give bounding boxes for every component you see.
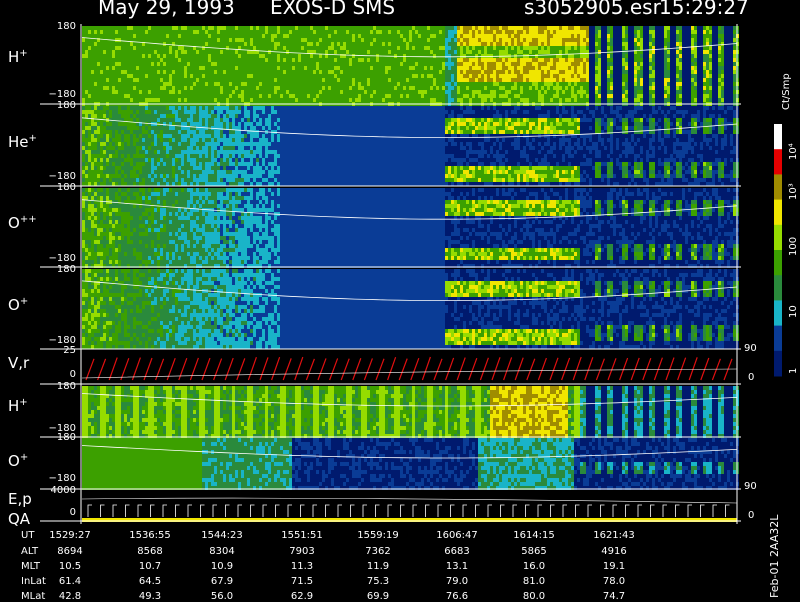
spectrogram-chart — [0, 0, 800, 600]
colorbar-segment — [774, 326, 782, 352]
table-cell: 64.5 — [120, 576, 180, 587]
table-cell: 11.3 — [272, 561, 332, 572]
tick-p6-bottom: −180 — [36, 473, 76, 484]
table-cell: 1614:15 — [504, 530, 564, 541]
colorbar-label-1: 1 — [788, 368, 799, 374]
panel-5 — [82, 386, 739, 438]
panel-6 — [82, 438, 739, 490]
table-cell: 81.0 — [504, 576, 564, 587]
table-cell: 76.6 — [427, 591, 487, 602]
colorbar-label-1000: 10³ — [788, 183, 799, 200]
tick-p2-top: 180 — [36, 182, 76, 193]
colorbar-segment — [774, 174, 782, 200]
table-cell: 10.5 — [40, 561, 100, 572]
tick-p7-bottom: 0 — [36, 507, 76, 518]
table-cell: 7903 — [272, 546, 332, 557]
table-row-label: MLT — [21, 561, 40, 572]
tick-p6-top: 180 — [36, 432, 76, 443]
table-cell: 1551:51 — [272, 530, 332, 541]
table-cell: 6683 — [427, 546, 487, 557]
table-cell: 7362 — [348, 546, 408, 557]
panel-2 — [82, 188, 739, 268]
right-tick-ep-bottom: 0 — [748, 510, 754, 521]
right-tick-vr-top: 90 — [744, 343, 757, 354]
exos-d-sms-plot: May 29, 1993 EXOS-D SMS s3052905.esr 15:… — [0, 0, 800, 600]
colorbar-segment — [774, 124, 782, 150]
panel-0 — [82, 26, 739, 106]
colorbar-label-10000: 10⁴ — [788, 143, 799, 160]
right-tick-vr-bottom: 0 — [748, 372, 754, 383]
table-cell: 1621:43 — [584, 530, 644, 541]
table-cell: 16.0 — [504, 561, 564, 572]
table-cell: 4916 — [584, 546, 644, 557]
colorbar-segment — [774, 225, 782, 251]
tick-p0-bottom: −180 — [36, 89, 76, 100]
table-cell: 13.1 — [427, 561, 487, 572]
panel-3 — [82, 269, 739, 349]
table-cell: 5865 — [504, 546, 564, 557]
table-cell: 8568 — [120, 546, 180, 557]
right-tick-ep-top: 90 — [744, 481, 757, 492]
table-cell: 8304 — [192, 546, 252, 557]
colorbar-segment — [774, 200, 782, 226]
panel-label-h-plus-2: H+ — [8, 397, 28, 415]
panel-bg — [82, 491, 737, 520]
table-cell: 1559:19 — [348, 530, 408, 541]
table-cell: 56.0 — [192, 591, 252, 602]
colorbar-segment — [774, 275, 782, 301]
colorbar-segment — [774, 300, 782, 326]
panel-bg — [82, 351, 737, 383]
colorbar-unit: Ct/Smp — [781, 73, 792, 110]
table-cell: 74.7 — [584, 591, 644, 602]
table-cell: 62.9 — [272, 591, 332, 602]
table-cell: 42.8 — [40, 591, 100, 602]
panel-label-vr: V,r — [8, 354, 29, 372]
tick-p4-bottom: 0 — [36, 369, 76, 380]
table-cell: 71.5 — [272, 576, 332, 587]
tick-p7-top: 4000 — [36, 485, 76, 496]
tick-p2-bottom: −180 — [36, 253, 76, 264]
colorbar-segment — [774, 250, 782, 276]
panel-label-qa: QA — [8, 510, 30, 528]
table-cell: 49.3 — [120, 591, 180, 602]
tick-p3-top: 180 — [36, 264, 76, 275]
tick-p5-top: 180 — [36, 381, 76, 392]
table-cell: 61.4 — [40, 576, 100, 587]
table-cell: 80.0 — [504, 591, 564, 602]
table-cell: 19.1 — [584, 561, 644, 572]
table-cell: 75.3 — [348, 576, 408, 587]
colorbar-segment — [774, 149, 782, 175]
colorbar-label-100: 100 — [788, 237, 799, 256]
tick-p4-top: 25 — [36, 345, 76, 356]
table-cell: 1536:55 — [120, 530, 180, 541]
colorbar-segment — [774, 351, 782, 377]
table-cell: 10.9 — [192, 561, 252, 572]
panel-1 — [82, 106, 739, 186]
panel-label-o-plus: O+ — [8, 296, 28, 314]
panel-label-o-plus-2: O+ — [8, 452, 28, 470]
table-cell: 11.9 — [348, 561, 408, 572]
panel-label-h-plus: H+ — [8, 48, 28, 66]
panel-label-o-plus-plus: O++ — [8, 214, 37, 232]
table-cell: 1529:27 — [40, 530, 100, 541]
panel-label-he-plus: He+ — [8, 133, 37, 151]
panel-label-ep: E,p — [8, 490, 32, 508]
table-row-label: UT — [21, 530, 34, 541]
table-cell: 8694 — [40, 546, 100, 557]
tick-p1-top: 180 — [36, 100, 76, 111]
tick-p0-top: 180 — [36, 21, 76, 32]
table-cell: 78.0 — [584, 576, 644, 587]
tick-p1-bottom: −180 — [36, 171, 76, 182]
table-row-label: ALT — [21, 546, 38, 557]
table-cell: 1544:23 — [192, 530, 252, 541]
footer-tag: Feb-01 2AA32L — [768, 515, 781, 598]
table-cell: 10.7 — [120, 561, 180, 572]
table-cell: 69.9 — [348, 591, 408, 602]
table-cell: 67.9 — [192, 576, 252, 587]
table-cell: 79.0 — [427, 576, 487, 587]
colorbar-label-10: 10 — [788, 305, 799, 318]
table-cell: 1606:47 — [427, 530, 487, 541]
